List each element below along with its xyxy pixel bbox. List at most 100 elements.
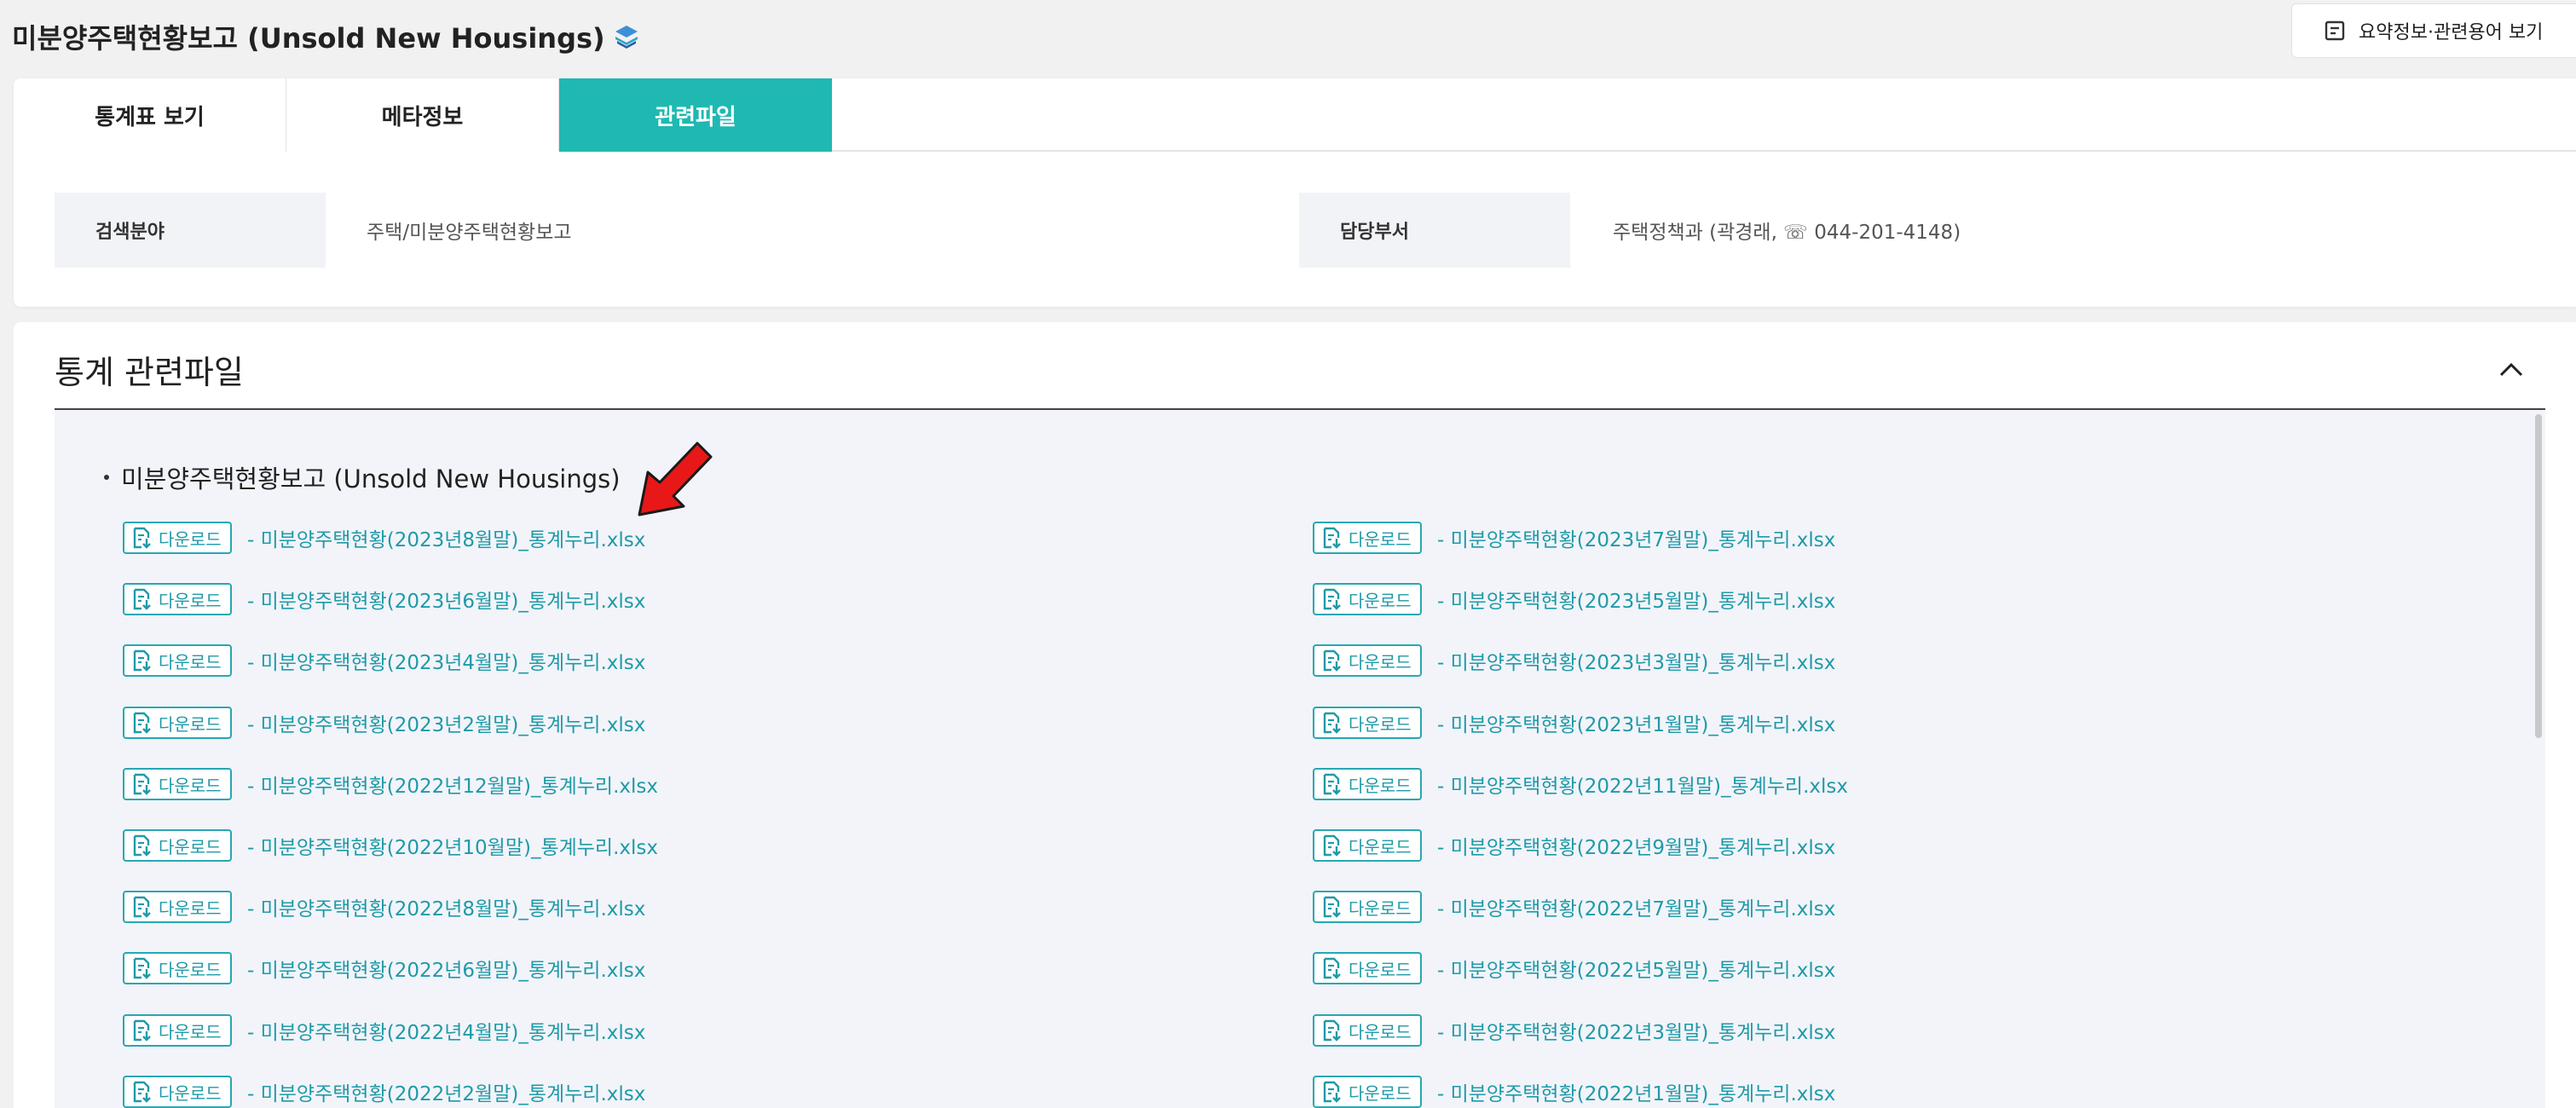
file-link[interactable]: - 미분양주택현황(2022년9월말)_통계누리.xlsx: [1437, 831, 1835, 860]
file-link[interactable]: - 미분양주택현황(2022년1월말)_통계누리.xlsx: [1437, 1077, 1835, 1106]
file-link[interactable]: - 미분양주택현황(2023년3월말)_통계누리.xlsx: [1437, 646, 1835, 675]
download-button[interactable]: 다운로드: [1313, 829, 1422, 862]
file-download-icon: [1323, 834, 1341, 857]
download-button[interactable]: 다운로드: [123, 768, 232, 800]
download-button-label: 다운로드: [159, 651, 222, 672]
section-title: 통계 관련파일: [55, 354, 244, 391]
download-button[interactable]: 다운로드: [1313, 707, 1422, 739]
download-button[interactable]: 다운로드: [123, 644, 232, 677]
department-label: 담당부서: [1299, 193, 1570, 268]
file-link[interactable]: - 미분양주택현황(2022년6월말)_통계누리.xlsx: [247, 954, 645, 983]
file-row: 다운로드 - 미분양주택현황(2022년4월말)_통계누리.xlsx: [123, 1013, 645, 1047]
search-field-value: 주택/미분양주택현황보고: [367, 222, 572, 244]
file-download-icon: [133, 588, 151, 610]
download-button[interactable]: 다운로드: [1313, 522, 1422, 554]
file-row: 다운로드 - 미분양주택현황(2022년11월말)_통계누리.xlsx: [1313, 767, 1848, 801]
download-button-label: 다운로드: [1349, 590, 1412, 611]
tab-related-files[interactable]: 관련파일: [559, 78, 832, 152]
download-button-label: 다운로드: [1349, 528, 1412, 550]
file-row: 다운로드 - 미분양주택현황(2022년3월말)_통계누리.xlsx: [1313, 1013, 1835, 1047]
download-button[interactable]: 다운로드: [1313, 891, 1422, 923]
file-row: 다운로드 - 미분양주택현황(2022년2월말)_통계누리.xlsx: [123, 1075, 645, 1108]
document-list-icon: [2325, 20, 2345, 41]
download-button[interactable]: 다운로드: [123, 707, 232, 739]
file-link[interactable]: - 미분양주택현황(2022년12월말)_통계누리.xlsx: [247, 770, 658, 799]
download-button[interactable]: 다운로드: [1313, 1076, 1422, 1108]
file-link[interactable]: - 미분양주택현황(2023년6월말)_통계누리.xlsx: [247, 585, 645, 614]
file-row: 다운로드 - 미분양주택현황(2022년10월말)_통계누리.xlsx: [123, 828, 658, 863]
file-link[interactable]: - 미분양주택현황(2023년2월말)_통계누리.xlsx: [247, 708, 645, 737]
file-row: 다운로드 - 미분양주택현황(2023년2월말)_통계누리.xlsx: [123, 706, 645, 740]
file-row: 다운로드 - 미분양주택현황(2023년4월말)_통계누리.xlsx: [123, 643, 645, 678]
file-row: 다운로드 - 미분양주택현황(2022년8월말)_통계누리.xlsx: [123, 890, 645, 924]
file-row: 다운로드 - 미분양주택현황(2022년9월말)_통계누리.xlsx: [1313, 828, 1835, 863]
search-field-label: 검색분야: [55, 193, 326, 268]
department-value: 주택정책과 (곽경래, ☏ 044-201-4148): [1613, 222, 1961, 244]
download-button-label: 다운로드: [159, 713, 222, 735]
download-button-label: 다운로드: [159, 775, 222, 796]
file-link[interactable]: - 미분양주택현황(2022년8월말)_통계누리.xlsx: [247, 892, 645, 921]
file-link[interactable]: - 미분양주택현황(2022년4월말)_통계누리.xlsx: [247, 1016, 645, 1045]
file-link[interactable]: - 미분양주택현황(2022년7월말)_통계누리.xlsx: [1437, 892, 1835, 921]
tab-label: 메타정보: [381, 104, 464, 130]
download-button-label: 다운로드: [159, 959, 222, 980]
download-button[interactable]: 다운로드: [123, 952, 232, 984]
download-button[interactable]: 다운로드: [123, 1014, 232, 1047]
file-row: 다운로드 - 미분양주택현황(2023년3월말)_통계누리.xlsx: [1313, 643, 1835, 678]
file-link[interactable]: - 미분양주택현황(2023년8월말)_통계누리.xlsx: [247, 523, 645, 552]
file-link[interactable]: - 미분양주택현황(2022년2월말)_통계누리.xlsx: [247, 1077, 645, 1106]
file-link[interactable]: - 미분양주택현황(2022년5월말)_통계누리.xlsx: [1437, 954, 1835, 983]
file-group-title-text: 미분양주택현황보고 (Unsold New Housings): [121, 465, 621, 493]
download-button[interactable]: 다운로드: [1313, 583, 1422, 615]
download-button[interactable]: 다운로드: [1313, 768, 1422, 800]
file-download-icon: [133, 649, 151, 672]
file-link[interactable]: - 미분양주택현황(2023년1월말)_통계누리.xlsx: [1437, 708, 1835, 737]
file-download-icon: [1323, 773, 1341, 795]
file-group-title: 미분양주택현황보고 (Unsold New Housings): [104, 459, 621, 495]
file-link[interactable]: - 미분양주택현황(2022년3월말)_통계누리.xlsx: [1437, 1016, 1835, 1045]
file-link[interactable]: - 미분양주택현황(2022년11월말)_통계누리.xlsx: [1437, 770, 1848, 799]
file-link[interactable]: - 미분양주택현황(2023년4월말)_통계누리.xlsx: [247, 646, 645, 675]
download-button[interactable]: 다운로드: [123, 891, 232, 923]
file-row: 다운로드 - 미분양주택현황(2023년8월말)_통계누리.xlsx: [123, 521, 645, 555]
file-download-icon: [1323, 896, 1341, 918]
download-button[interactable]: 다운로드: [123, 522, 232, 554]
file-download-icon: [133, 1081, 151, 1103]
tab-label: 관련파일: [655, 104, 736, 130]
download-button-label: 다운로드: [1349, 1021, 1412, 1042]
file-row: 다운로드 - 미분양주택현황(2023년1월말)_통계누리.xlsx: [1313, 706, 1835, 740]
red-arrow-annotation: [638, 441, 713, 516]
file-download-icon: [133, 957, 151, 979]
download-button[interactable]: 다운로드: [123, 1076, 232, 1108]
download-button[interactable]: 다운로드: [1313, 952, 1422, 984]
download-button-label: 다운로드: [159, 1082, 222, 1104]
file-download-icon: [133, 712, 151, 734]
scrollbar-thumb[interactable]: [2535, 414, 2542, 738]
file-download-icon: [1323, 527, 1341, 549]
download-button-label: 다운로드: [1349, 836, 1412, 857]
file-link[interactable]: - 미분양주택현황(2023년7월말)_통계누리.xlsx: [1437, 523, 1835, 552]
file-row: 다운로드 - 미분양주택현황(2022년1월말)_통계누리.xlsx: [1313, 1075, 1835, 1108]
tab-stat-table[interactable]: 통계표 보기: [14, 78, 286, 152]
download-button[interactable]: 다운로드: [123, 583, 232, 615]
download-button[interactable]: 다운로드: [1313, 644, 1422, 677]
summary-terms-button[interactable]: 요약정보·관련용어 보기: [2291, 3, 2576, 58]
download-button[interactable]: 다운로드: [1313, 1014, 1422, 1047]
download-button-label: 다운로드: [159, 590, 222, 611]
file-link[interactable]: - 미분양주택현황(2023년5월말)_통계누리.xlsx: [1437, 585, 1835, 614]
tab-meta-info[interactable]: 메타정보: [286, 78, 559, 152]
related-files-panel: 통계 관련파일 미분양주택현황보고 (Unsold New Housings) …: [14, 322, 2576, 1108]
download-button-label: 다운로드: [1349, 1082, 1412, 1104]
file-download-icon: [1323, 1019, 1341, 1042]
tab-bar: 통계표 보기 메타정보 관련파일: [14, 78, 2576, 152]
file-download-icon: [133, 896, 151, 918]
file-download-icon: [133, 773, 151, 795]
file-download-icon: [1323, 957, 1341, 979]
chevron-up-icon[interactable]: [2494, 353, 2528, 387]
download-button[interactable]: 다운로드: [123, 829, 232, 862]
file-download-icon: [133, 834, 151, 857]
file-link[interactable]: - 미분양주택현황(2022년10월말)_통계누리.xlsx: [247, 831, 658, 860]
file-row: 다운로드 - 미분양주택현황(2023년6월말)_통계누리.xlsx: [123, 582, 645, 616]
download-button-label: 다운로드: [159, 897, 222, 919]
download-button-label: 다운로드: [1349, 959, 1412, 980]
